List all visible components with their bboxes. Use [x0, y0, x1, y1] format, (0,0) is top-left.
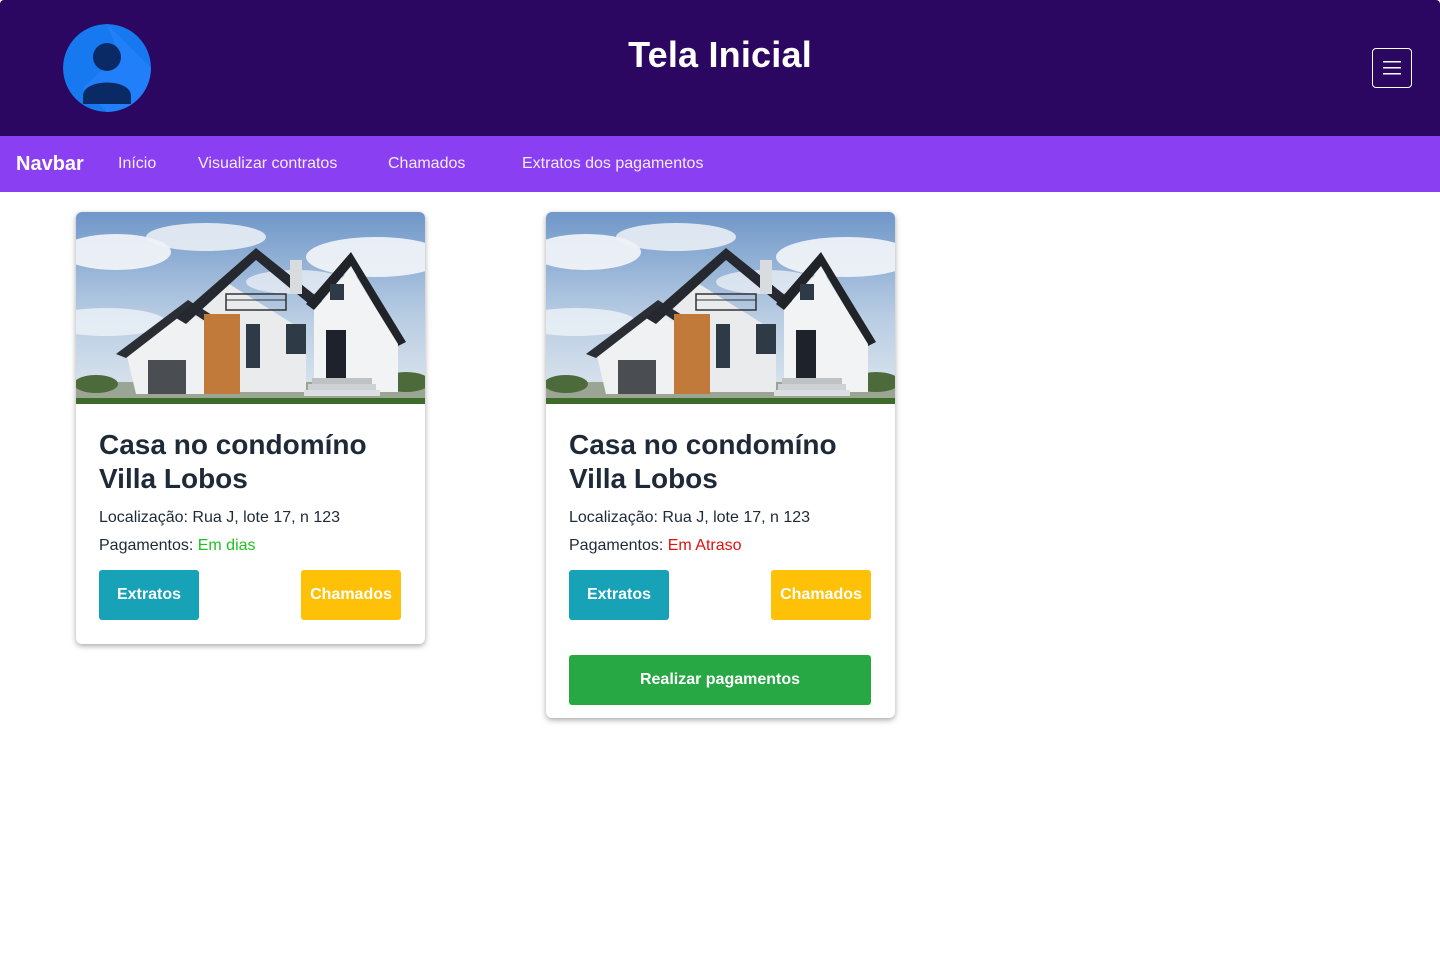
nav-link-visualizar-contratos[interactable]: Visualizar contratos [198, 155, 337, 173]
payments-status: Em dias [197, 537, 256, 554]
location-label: Localização: [99, 509, 188, 526]
page-title: Tela Inicial [628, 34, 812, 75]
property-card: Casa no condomíno Villa Lobos Localizaçã… [76, 212, 425, 644]
nav-link-extratos-pagamentos[interactable]: Extratos dos pagamentos [522, 155, 703, 173]
property-card: Casa no condomíno Villa Lobos Localizaçã… [546, 212, 895, 718]
chamados-button[interactable]: Chamados [771, 570, 871, 620]
location-label: Localização: [569, 509, 658, 526]
hamburger-menu-icon [1383, 61, 1401, 75]
property-payments: Pagamentos: Em dias [99, 537, 256, 555]
payments-label: Pagamentos: [99, 537, 194, 554]
payments-label: Pagamentos: [569, 537, 664, 554]
property-location: Localização: Rua J, lote 17, n 123 [99, 509, 340, 527]
navbar: Navbar Início Visualizar contratos Chama… [0, 136, 1440, 192]
property-payments: Pagamentos: Em Atraso [569, 537, 742, 555]
property-location: Localização: Rua J, lote 17, n 123 [569, 509, 810, 527]
header: Tela Inicial [0, 0, 1440, 136]
house-photo [546, 212, 895, 404]
location-value: Rua J, lote 17, n 123 [192, 509, 341, 526]
chamados-button[interactable]: Chamados [301, 570, 401, 620]
property-title: Casa no condomíno Villa Lobos [569, 429, 837, 494]
nav-link-chamados[interactable]: Chamados [388, 155, 465, 173]
nav-link-inicio[interactable]: Início [118, 155, 156, 173]
navbar-brand[interactable]: Navbar [16, 153, 84, 176]
property-title: Casa no condomíno Villa Lobos [99, 429, 367, 494]
payments-status: Em Atraso [667, 537, 742, 554]
location-value: Rua J, lote 17, n 123 [662, 509, 811, 526]
hamburger-menu-button[interactable] [1372, 48, 1412, 88]
extratos-button[interactable]: Extratos [569, 570, 669, 620]
extratos-button[interactable]: Extratos [99, 570, 199, 620]
realizar-pagamentos-button[interactable]: Realizar pagamentos [569, 655, 871, 705]
house-photo [76, 212, 425, 404]
